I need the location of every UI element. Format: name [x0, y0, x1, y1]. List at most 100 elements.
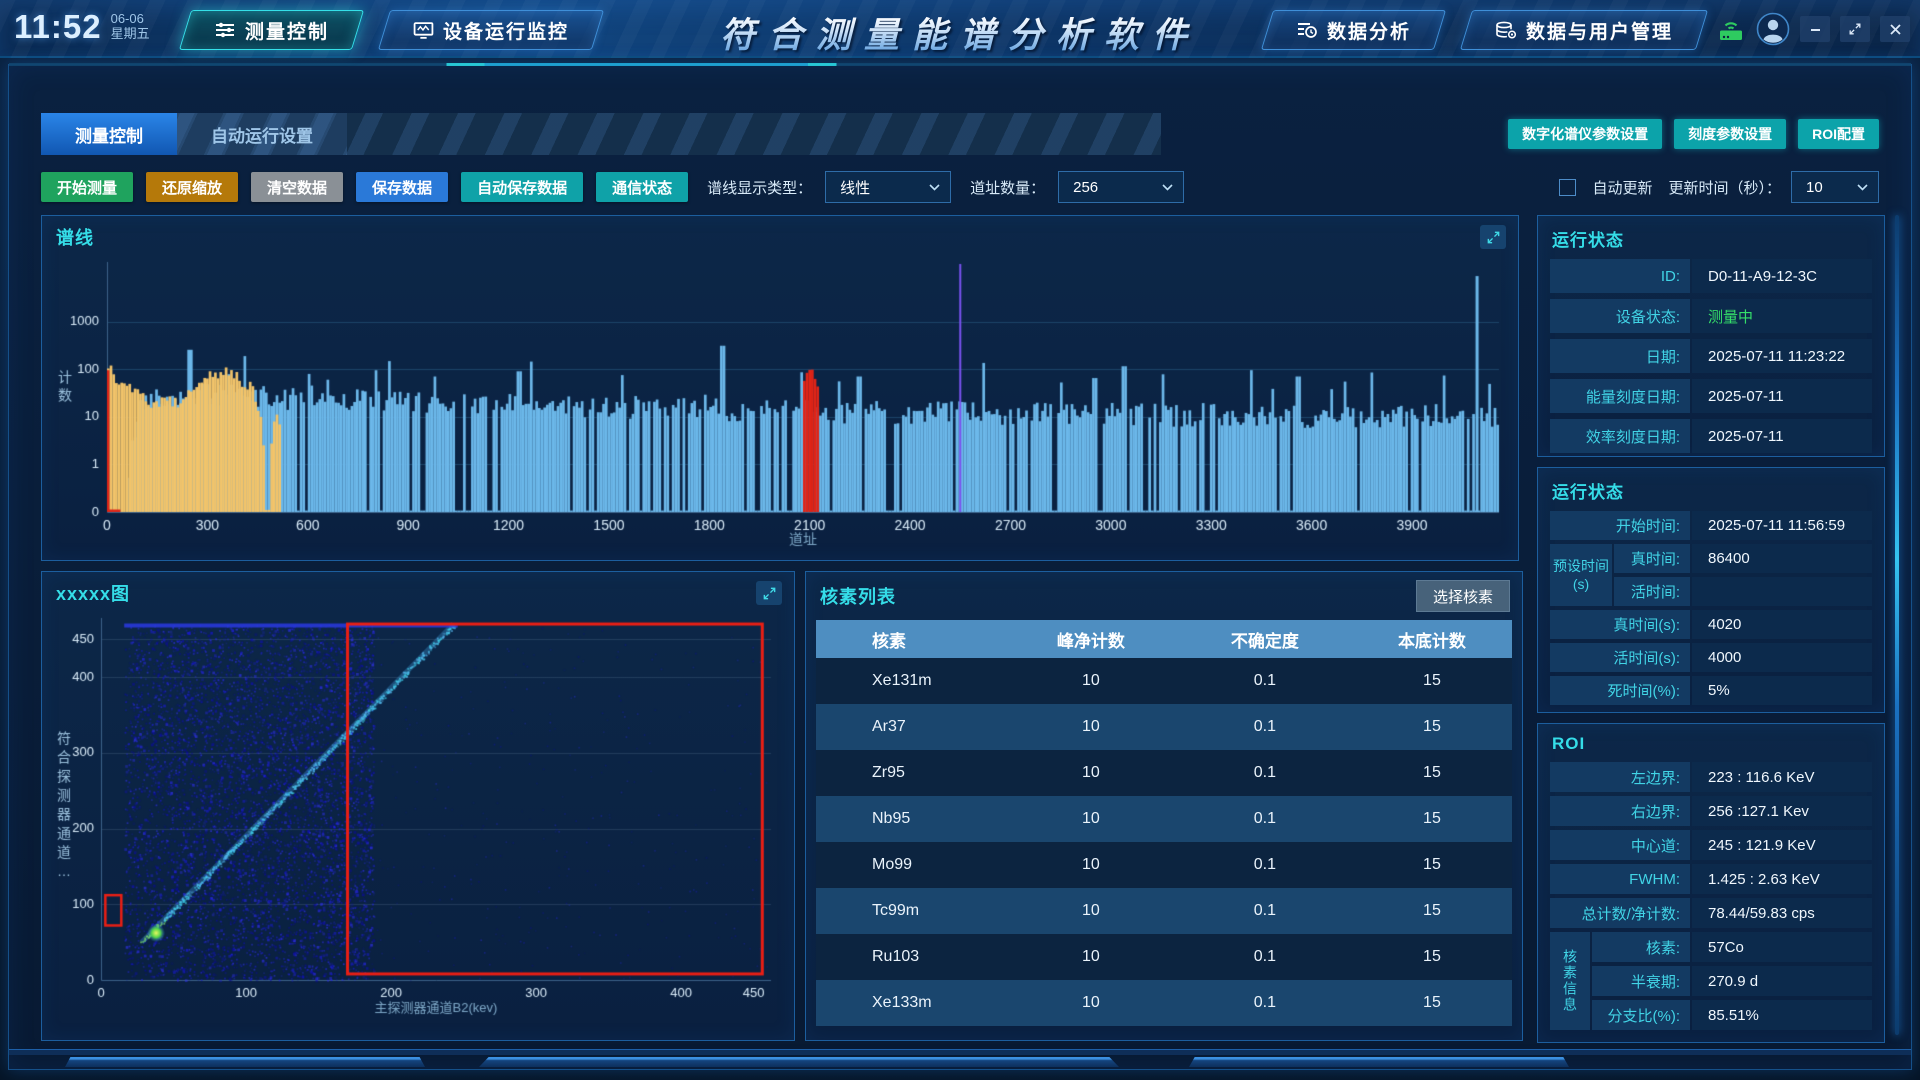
- main-frame: 测量控制自动运行设置 数字化谱仪参数设置刻度参数设置 ROI配置 开始测量还原缩放…: [8, 64, 1912, 1070]
- network-device-icon[interactable]: [1716, 16, 1746, 43]
- nuclide-cell: 15: [1352, 658, 1512, 704]
- run-status-panel-2: 运行状态 开始时间: 2025-07-11 11:56:59 预设时间(s) 真…: [1537, 467, 1885, 713]
- clock-time: 11:52: [14, 8, 102, 46]
- chevron-down-icon: [1857, 184, 1868, 191]
- clock-date-value: 06-06: [111, 12, 150, 27]
- nuclide-cell: 0.1: [1178, 796, 1352, 842]
- nav-right: 数据分析数据与用户管理: [1267, 10, 1702, 50]
- status-row-label: 右边界:: [1550, 796, 1690, 826]
- auto-update-checkbox[interactable]: [1559, 179, 1576, 196]
- nuclide-cell: 0.1: [1178, 750, 1352, 796]
- tab-auto-run-settings[interactable]: 自动运行设置: [177, 113, 347, 155]
- tab-measurement-control[interactable]: 测量控制: [41, 113, 177, 155]
- titlebar: 11:52 06-06 星期五 测量控制 设备运行监控 符合测量能谱分析软件 数据…: [0, 0, 1920, 58]
- nuclide-row[interactable]: Zr95100.115: [816, 750, 1512, 796]
- status-row-label: 死时间(%):: [1550, 676, 1690, 705]
- start-measurement-button[interactable]: 开始测量: [41, 172, 133, 202]
- nuclide-cell: 15: [1352, 888, 1512, 934]
- nuclide-list-panel: 核素列表 选择核素 核素峰净计数不确定度本底计数Xe131m100.115Ar3…: [805, 571, 1523, 1041]
- nuclide-cell: 0.1: [1178, 980, 1352, 1026]
- nav-button-label: 测量控制: [245, 17, 329, 44]
- nav-button-data-analysis[interactable]: 数据分析: [1261, 10, 1446, 50]
- minimize-button[interactable]: [1800, 16, 1830, 42]
- spectrum-expand-icon[interactable]: [1480, 225, 1506, 249]
- channel-count-value: 256: [1073, 179, 1098, 196]
- reset-zoom-button[interactable]: 还原缩放: [146, 172, 238, 202]
- display-type-label: 谱线显示类型：: [707, 177, 812, 198]
- channel-count-select[interactable]: 256: [1058, 171, 1184, 203]
- update-interval-select[interactable]: 10: [1791, 171, 1879, 203]
- nuclide-cell: Ru103: [816, 934, 1004, 980]
- status-row-label: ID:: [1550, 259, 1690, 293]
- nuclide-column-header[interactable]: 本底计数: [1352, 620, 1512, 658]
- coincidence-scatter-chart[interactable]: [49, 608, 785, 1020]
- spectrum-chart[interactable]: [49, 252, 1509, 548]
- status-row: ID:D0-11-A9-12-3C: [1550, 259, 1872, 293]
- chevron-down-icon: [1162, 184, 1173, 191]
- auto-save-data-button[interactable]: 自动保存数据: [461, 172, 583, 202]
- roi-config-button[interactable]: ROI配置: [1798, 119, 1879, 149]
- nuclide-cell: 0.1: [1178, 888, 1352, 934]
- run-status-panel-1: 运行状态 ID:D0-11-A9-12-3C设备状态:测量中日期:2025-07…: [1537, 215, 1885, 457]
- nuclide-column-header[interactable]: 核素: [816, 620, 1004, 658]
- user-avatar-icon[interactable]: [1756, 12, 1790, 46]
- nuclide-cell: 0.1: [1178, 658, 1352, 704]
- nuclide-row[interactable]: Xe133m100.115: [816, 980, 1512, 1026]
- app-title: 符合测量能谱分析软件: [720, 7, 1200, 58]
- calibration-params-button[interactable]: 刻度参数设置: [1674, 119, 1786, 149]
- status-row-value: 57Co: [1692, 932, 1872, 962]
- clear-data-button[interactable]: 清空数据: [251, 172, 343, 202]
- scatter-expand-icon[interactable]: [756, 581, 782, 605]
- status-row-value: 85.51%: [1692, 1000, 1872, 1030]
- nuclide-row[interactable]: Nb95100.115: [816, 796, 1512, 842]
- nav-button-measurement-control[interactable]: 测量控制: [179, 10, 364, 50]
- display-type-select[interactable]: 线性: [825, 171, 951, 203]
- preset-time-group-label: 预设时间(s): [1550, 544, 1612, 606]
- nuclide-cell: 0.1: [1178, 704, 1352, 750]
- nuclide-cell: Nb95: [816, 796, 1004, 842]
- roi-title: ROI: [1552, 734, 1872, 754]
- nuclide-cell: Ar37: [816, 704, 1004, 750]
- comm-status-button[interactable]: 通信状态: [596, 172, 688, 202]
- nuclide-column-header[interactable]: 峰净计数: [1004, 620, 1178, 658]
- status-row: 真时间(s):4020: [1550, 610, 1872, 639]
- nuclide-row[interactable]: Tc99m100.115: [816, 888, 1512, 934]
- monitor-icon: [413, 21, 434, 40]
- nav-button-inner: 数据分析: [1268, 11, 1439, 49]
- nuclide-row[interactable]: Xe131m100.115: [816, 658, 1512, 704]
- status-row: 日期:2025-07-11 11:23:22: [1550, 339, 1872, 373]
- right-accent-scrollbar[interactable]: [1895, 215, 1899, 1035]
- status-row-value: 78.44/59.83 cps: [1692, 898, 1872, 928]
- nuclide-row[interactable]: Mo99100.115: [816, 842, 1512, 888]
- maximize-button[interactable]: [1840, 16, 1870, 42]
- nav-button-device-monitoring[interactable]: 设备运行监控: [378, 10, 604, 50]
- clock-date: 06-06 星期五: [111, 12, 150, 42]
- save-data-button[interactable]: 保存数据: [356, 172, 448, 202]
- spectrum-panel: 谱线: [41, 215, 1519, 561]
- nav-button-inner: 设备运行监控: [385, 11, 597, 49]
- close-button[interactable]: [1880, 16, 1910, 42]
- nuclide-row[interactable]: Ar37100.115: [816, 704, 1512, 750]
- display-type-value: 线性: [840, 177, 870, 198]
- update-interval-value: 10: [1806, 179, 1823, 196]
- run-status-2-rows: 真时间(s):4020活时间(s):4000死时间(%):5%: [1550, 610, 1872, 705]
- status-row: 总计数/净计数:78.44/59.83 cps: [1550, 898, 1872, 928]
- status-row: 效率刻度日期:2025-07-11: [1550, 419, 1872, 453]
- footer-trapezoid: [1189, 1057, 1569, 1067]
- nav-button-data-user-management[interactable]: 数据与用户管理: [1460, 10, 1708, 50]
- status-row-label: 真时间:: [1614, 544, 1690, 573]
- digitizer-params-button[interactable]: 数字化谱仪参数设置: [1508, 119, 1662, 149]
- status-row-value: 2025-07-11: [1692, 419, 1872, 453]
- status-row-value: 2025-07-11 11:56:59: [1692, 511, 1872, 540]
- auto-update-label: 自动更新: [1592, 177, 1652, 198]
- status-row-label: 日期:: [1550, 339, 1690, 373]
- nuclide-row[interactable]: Ru103100.115: [816, 934, 1512, 980]
- nuclide-column-header[interactable]: 不确定度: [1178, 620, 1352, 658]
- toolbar: 开始测量还原缩放清空数据保存数据自动保存数据通信状态 谱线显示类型： 线性 道址…: [41, 171, 1879, 203]
- footer-decoration: [9, 1045, 1911, 1069]
- select-nuclide-button[interactable]: 选择核素: [1416, 580, 1510, 612]
- nuclide-cell: 10: [1004, 980, 1178, 1026]
- footer-trapezoid: [479, 1057, 1119, 1067]
- clock-weekday: 星期五: [111, 27, 150, 42]
- status-row: 核素: 57Co: [1592, 932, 1872, 962]
